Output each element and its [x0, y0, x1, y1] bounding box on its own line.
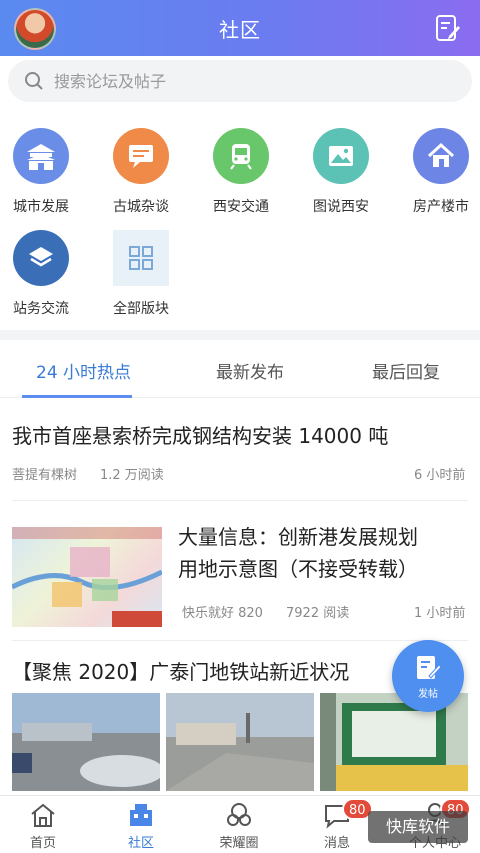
tab-latest[interactable]: 最新发布	[216, 358, 284, 383]
post-title[interactable]: 我市首座悬索桥完成钢结构安装 14000 吨	[12, 420, 388, 449]
category-old-city-chat[interactable]: 古城杂谈	[101, 128, 181, 216]
category-real-estate[interactable]: 房产楼市	[401, 128, 480, 216]
category-label: 全部版块	[113, 301, 169, 317]
category-label: 城市发展	[13, 199, 69, 215]
category-label: 房产楼市	[413, 199, 469, 215]
grid-icon	[113, 230, 169, 286]
post-photo[interactable]	[320, 693, 468, 791]
category-city-development[interactable]: 城市发展	[1, 128, 81, 216]
category-all-sections[interactable]: 全部版块	[101, 230, 181, 318]
tab-last-reply[interactable]: 最后回复	[372, 358, 440, 383]
post-time: 6 小时前	[414, 468, 466, 483]
category-label: 图说西安	[313, 199, 369, 215]
chat-bubble-icon	[113, 128, 169, 184]
post-title[interactable]: 【聚焦 2020】广泰门地铁站新近状况	[12, 656, 349, 685]
post-thumbnail[interactable]	[12, 527, 162, 627]
compose-icon	[417, 655, 442, 679]
section-divider	[0, 330, 480, 340]
category-xian-photos[interactable]: 图说西安	[301, 128, 381, 216]
home-icon	[31, 803, 55, 827]
layers-icon	[13, 230, 69, 286]
category-label: 站务交流	[13, 301, 69, 317]
search-icon	[25, 72, 43, 90]
post-reads: 1.2 万阅读	[100, 468, 164, 483]
post-photo[interactable]	[12, 693, 160, 791]
divider	[12, 500, 468, 501]
post-reads: 7922 阅读	[286, 606, 350, 621]
edit-note-icon[interactable]	[434, 14, 462, 42]
nav-home[interactable]: 首页	[8, 800, 78, 851]
post-time: 1 小时前	[414, 606, 466, 621]
new-post-label: 发帖	[418, 688, 438, 700]
post-title-continued[interactable]: 用地示意图（不接受转载）	[178, 553, 418, 585]
honor-circle-icon	[227, 803, 251, 826]
nav-honor-circle[interactable]: 荣耀圈	[204, 800, 274, 851]
category-xian-traffic[interactable]: 西安交通	[201, 128, 281, 216]
divider	[12, 640, 468, 641]
post-author: 快乐就好 820	[182, 606, 263, 621]
nav-label: 首页	[29, 836, 56, 851]
post-photo[interactable]	[166, 693, 314, 791]
nav-label: 社区	[127, 836, 154, 851]
train-icon	[213, 128, 269, 184]
picture-icon	[313, 128, 369, 184]
category-site-affairs[interactable]: 站务交流	[1, 230, 81, 318]
post-title[interactable]: 大量信息：创新港发展规划	[178, 521, 418, 553]
house-icon	[413, 128, 469, 184]
watermark: 快库软件	[368, 811, 468, 843]
city-gate-icon	[13, 128, 69, 184]
nav-messages[interactable]: 消息 80	[302, 798, 373, 851]
active-tab-indicator	[22, 395, 132, 398]
new-post-button[interactable]: 发帖	[392, 640, 464, 712]
user-avatar[interactable]	[14, 8, 56, 50]
page-title: 社区	[219, 17, 261, 42]
post-author: 菩提有棵树	[12, 468, 78, 483]
search-bar[interactable]	[8, 60, 472, 102]
feed-tabs: 24 小时热点 最新发布 最后回复	[0, 340, 480, 398]
category-label: 西安交通	[213, 199, 269, 215]
nav-label: 消息	[323, 836, 350, 851]
top-header: 社区	[0, 0, 480, 56]
nav-community[interactable]: 社区	[106, 800, 176, 851]
community-icon	[130, 804, 152, 826]
tab-24h-hot[interactable]: 24 小时热点	[36, 358, 131, 383]
nav-label: 荣耀圈	[219, 836, 259, 851]
search-input[interactable]	[54, 71, 434, 91]
category-label: 古城杂谈	[113, 199, 169, 215]
